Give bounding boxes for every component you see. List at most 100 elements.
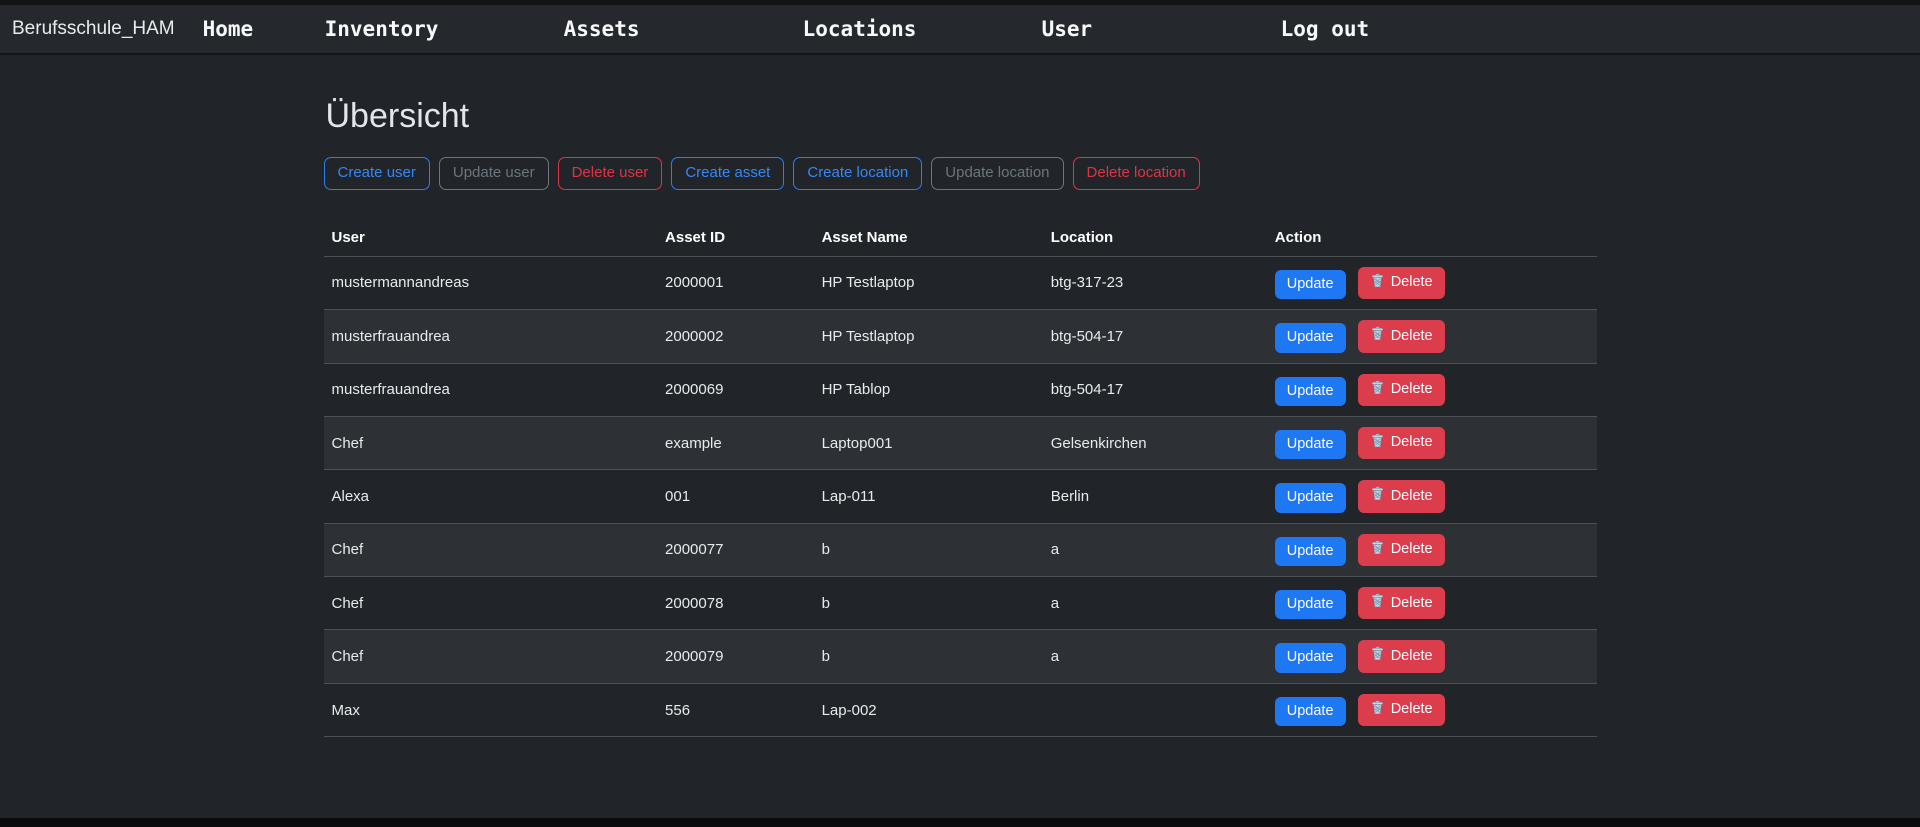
cell-location: btg-504-17	[1043, 363, 1267, 416]
trash-icon	[1370, 593, 1385, 613]
toolbar-button[interactable]: Create user	[324, 157, 430, 190]
cell-asset-id: 2000077	[657, 523, 814, 576]
delete-button-label: Delete	[1391, 648, 1433, 665]
nav-link[interactable]: Assets	[564, 17, 640, 41]
update-button[interactable]: Update	[1275, 377, 1346, 406]
cell-asset-name: b	[814, 523, 1043, 576]
delete-button[interactable]: Delete	[1358, 320, 1445, 352]
nav-link[interactable]: Locations	[803, 17, 917, 41]
col-header-action: Action	[1267, 221, 1597, 257]
table-row: Max 556 Lap-002 Update	[324, 683, 1597, 736]
cell-asset-name: HP Tablop	[814, 363, 1043, 416]
cell-user: Alexa	[324, 470, 658, 523]
toolbar-button[interactable]: Create location	[793, 157, 922, 190]
cell-user: musterfrauandrea	[324, 310, 658, 363]
update-button[interactable]: Update	[1275, 697, 1346, 726]
table-row: Chef 2000077 b a Update	[324, 523, 1597, 576]
navbar-brand[interactable]: Berufsschule_HAM	[12, 18, 175, 40]
toolbar-button[interactable]: Delete user	[558, 157, 663, 190]
trash-icon	[1370, 700, 1385, 720]
col-header-asset-id: Asset ID	[657, 221, 814, 257]
update-button[interactable]: Update	[1275, 537, 1346, 566]
nav-link[interactable]: Inventory	[325, 17, 439, 41]
trash-icon	[1370, 326, 1385, 346]
nav-item: Log out	[1281, 17, 1520, 41]
delete-button[interactable]: Delete	[1358, 427, 1445, 459]
update-button[interactable]: Update	[1275, 643, 1346, 672]
cell-user: Max	[324, 683, 658, 736]
cell-asset-name: HP Testlaptop	[814, 256, 1043, 309]
delete-button-label: Delete	[1391, 701, 1433, 718]
delete-button-label: Delete	[1391, 381, 1433, 398]
delete-button-label: Delete	[1391, 595, 1433, 612]
nav-link[interactable]: Home	[203, 17, 254, 41]
navbar: Berufsschule_HAM Home Inventory Assets L…	[0, 5, 1920, 55]
cell-asset-name: Lap-002	[814, 683, 1043, 736]
trash-icon	[1370, 433, 1385, 453]
cell-user: Chef	[324, 577, 658, 630]
toolbar-button[interactable]: Create asset	[671, 157, 784, 190]
main-content: Übersicht Create user Update user Delete…	[324, 55, 1597, 737]
update-button[interactable]: Update	[1275, 323, 1346, 352]
cell-user: Chef	[324, 523, 658, 576]
table-row: Chef 2000078 b a Update	[324, 577, 1597, 630]
delete-button[interactable]: Delete	[1358, 640, 1445, 672]
cell-location: a	[1043, 630, 1267, 683]
col-header-user: User	[324, 221, 658, 257]
delete-button[interactable]: Delete	[1358, 534, 1445, 566]
table-row: mustermannandreas 2000001 HP Testlaptop …	[324, 256, 1597, 309]
cell-asset-id: 2000079	[657, 630, 814, 683]
delete-button[interactable]: Delete	[1358, 267, 1445, 299]
delete-button-label: Delete	[1391, 274, 1433, 291]
delete-button-label: Delete	[1391, 328, 1433, 345]
cell-action: Update Delete	[1267, 256, 1597, 309]
page-title: Übersicht	[326, 97, 1597, 136]
delete-button[interactable]: Delete	[1358, 694, 1445, 726]
cell-user: mustermannandreas	[324, 256, 658, 309]
cell-action: Update Delete	[1267, 630, 1597, 683]
delete-button[interactable]: Delete	[1358, 374, 1445, 406]
toolbar: Create user Update user Delete user Crea…	[324, 157, 1597, 190]
cell-action: Update Delete	[1267, 523, 1597, 576]
cell-user: musterfrauandrea	[324, 363, 658, 416]
trash-icon	[1370, 380, 1385, 400]
col-header-asset-name: Asset Name	[814, 221, 1043, 257]
table-row: Chef 2000079 b a Update	[324, 630, 1597, 683]
cell-location: Berlin	[1043, 470, 1267, 523]
update-button[interactable]: Update	[1275, 483, 1346, 512]
toolbar-button[interactable]: Delete location	[1073, 157, 1200, 190]
table-header-row: User Asset ID Asset Name Location Action	[324, 221, 1597, 257]
col-header-location: Location	[1043, 221, 1267, 257]
cell-location: btg-317-23	[1043, 256, 1267, 309]
update-button[interactable]: Update	[1275, 270, 1346, 299]
nav-item: User	[1042, 17, 1281, 41]
cell-action: Update Delete	[1267, 363, 1597, 416]
table-row: Chef example Laptop001 Gelsenkirchen Upd…	[324, 416, 1597, 469]
cell-user: Chef	[324, 630, 658, 683]
update-button[interactable]: Update	[1275, 430, 1346, 459]
cell-action: Update Delete	[1267, 310, 1597, 363]
cell-asset-id: 2000078	[657, 577, 814, 630]
window-bottom-strip	[0, 818, 1920, 827]
cell-user: Chef	[324, 416, 658, 469]
nav-link[interactable]: Log out	[1281, 17, 1370, 41]
delete-button-label: Delete	[1391, 488, 1433, 505]
cell-asset-name: b	[814, 577, 1043, 630]
delete-button[interactable]: Delete	[1358, 480, 1445, 512]
cell-action: Update Delete	[1267, 683, 1597, 736]
cell-action: Update Delete	[1267, 577, 1597, 630]
delete-button-label: Delete	[1391, 434, 1433, 451]
update-button[interactable]: Update	[1275, 590, 1346, 619]
cell-asset-id: 556	[657, 683, 814, 736]
delete-button[interactable]: Delete	[1358, 587, 1445, 619]
toolbar-button[interactable]: Update location	[931, 157, 1063, 190]
trash-icon	[1370, 540, 1385, 560]
cell-action: Update Delete	[1267, 470, 1597, 523]
toolbar-button[interactable]: Update user	[439, 157, 549, 190]
cell-action: Update Delete	[1267, 416, 1597, 469]
cell-location: btg-504-17	[1043, 310, 1267, 363]
nav-list: Home Inventory Assets Locations User Log…	[203, 17, 1520, 41]
nav-link[interactable]: User	[1042, 17, 1093, 41]
cell-asset-name: Laptop001	[814, 416, 1043, 469]
cell-location: a	[1043, 523, 1267, 576]
